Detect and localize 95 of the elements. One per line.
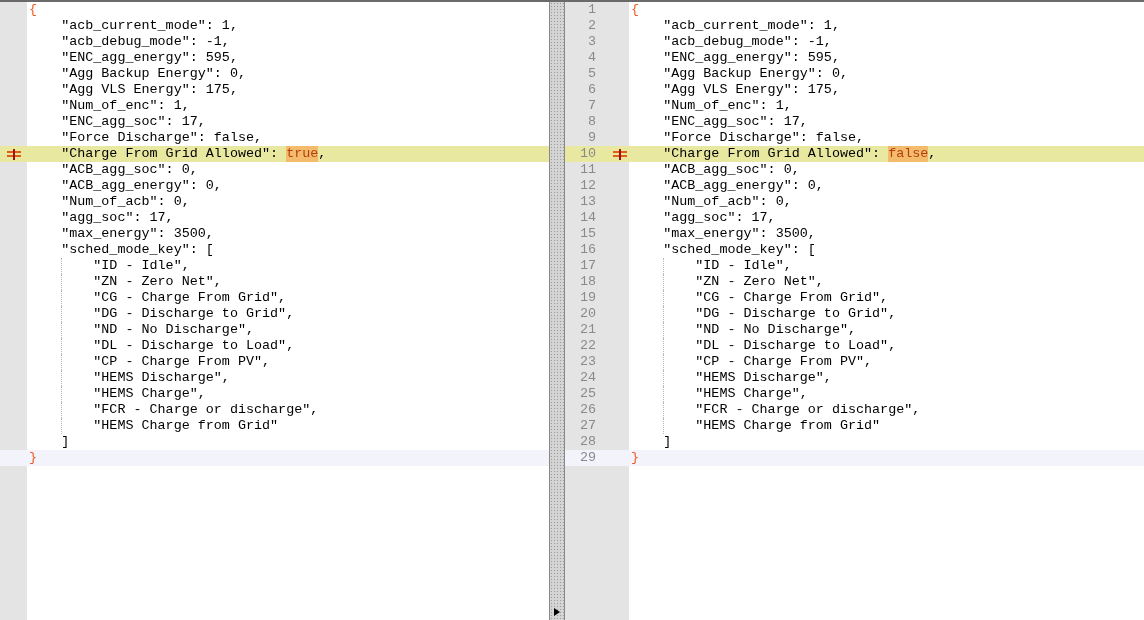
line-number: 1 xyxy=(586,2,596,18)
code-text: "ACB_agg_energy": 0, xyxy=(60,178,222,194)
code-text: "Force Discharge": false, xyxy=(60,130,263,146)
line-number: 12 xyxy=(578,178,596,194)
code-text: "sched_mode_key": [ xyxy=(662,242,816,258)
line-number: 8 xyxy=(586,114,596,130)
code-text: "ND - No Discharge", xyxy=(694,322,856,338)
pane-splitter[interactable] xyxy=(549,2,565,620)
line-number: 24 xyxy=(578,370,596,386)
code-text: , xyxy=(928,146,937,162)
line-number: 20 xyxy=(578,306,596,322)
code-text: "HEMS Charge from Grid" xyxy=(694,418,881,434)
code-text: "Charge From Grid Allowed": xyxy=(60,146,280,162)
code-text: "CG - Charge From Grid", xyxy=(694,290,889,306)
code-text: "max_energy": 3500, xyxy=(60,226,214,242)
line-number: 29 xyxy=(578,450,596,466)
code-text: "ACB_agg_soc": 0, xyxy=(662,162,800,178)
line-number: 4 xyxy=(586,50,596,66)
code-text: "ACB_agg_energy": 0, xyxy=(662,178,824,194)
code-text: "acb_debug_mode": -1, xyxy=(662,34,832,50)
line-number: 14 xyxy=(578,210,596,226)
arrow-icon xyxy=(554,608,560,616)
code-text: ] xyxy=(662,434,672,450)
code-text: "ENC_agg_energy": 595, xyxy=(662,50,840,66)
line-number: 21 xyxy=(578,322,596,338)
code-text: "max_energy": 3500, xyxy=(662,226,816,242)
line-number: 15 xyxy=(578,226,596,242)
line-number: 6 xyxy=(586,82,596,98)
code-text: "FCR - Charge or discharge", xyxy=(694,402,921,418)
line-number: 25 xyxy=(578,386,596,402)
line-number: 28 xyxy=(578,434,596,450)
code-text: "Num_of_acb": 0, xyxy=(60,194,190,210)
code-text: "CG - Charge From Grid", xyxy=(92,290,287,306)
code-text: "ID - Idle", xyxy=(694,258,792,274)
code-text: "Agg Backup Energy": 0, xyxy=(662,66,848,82)
code-text: "ZN - Zero Net", xyxy=(92,274,222,290)
code-text: "ACB_agg_soc": 0, xyxy=(60,162,198,178)
code-text: "DG - Discharge to Grid", xyxy=(694,306,897,322)
line-number: 3 xyxy=(586,34,596,50)
code-text: "DG - Discharge to Grid", xyxy=(92,306,295,322)
code-text: "Num_of_enc": 1, xyxy=(662,98,792,114)
line-number: 23 xyxy=(578,354,596,370)
code-text: "DL - Discharge to Load", xyxy=(694,338,897,354)
code-text: "agg_soc": 17, xyxy=(60,210,174,226)
code-text: "Agg VLS Energy": 175, xyxy=(60,82,238,98)
code-text: "HEMS Charge", xyxy=(92,386,206,402)
code-text: "Agg VLS Energy": 175, xyxy=(662,82,840,98)
code-text: "Num_of_enc": 1, xyxy=(60,98,190,114)
code-text: "ND - No Discharge", xyxy=(92,322,254,338)
code-text: ] xyxy=(60,434,70,450)
line-number: 9 xyxy=(586,130,596,146)
code-text: "ENC_agg_soc": 17, xyxy=(662,114,808,130)
code-text: "acb_debug_mode": -1, xyxy=(60,34,230,50)
code-text: "ID - Idle", xyxy=(92,258,190,274)
code-text: "Num_of_acb": 0, xyxy=(662,194,792,210)
code-text: "CP - Charge From PV", xyxy=(694,354,873,370)
line-number: 11 xyxy=(578,162,596,178)
code-text: "acb_current_mode": 1, xyxy=(662,18,840,34)
line-number: 5 xyxy=(586,66,596,82)
code-text: { xyxy=(631,2,640,18)
code-text: , xyxy=(318,146,327,162)
diff-highlight: true xyxy=(286,146,319,162)
code-text: "HEMS Discharge", xyxy=(92,370,230,386)
code-text: "Charge From Grid Allowed": xyxy=(662,146,882,162)
line-number: 22 xyxy=(578,338,596,354)
diff-marker-icon xyxy=(613,148,627,160)
line-number: 7 xyxy=(586,98,596,114)
code-text: } xyxy=(631,450,640,466)
code-text: "Agg Backup Energy": 0, xyxy=(60,66,246,82)
line-number: 10 xyxy=(578,146,596,162)
code-text: "HEMS Charge from Grid" xyxy=(92,418,279,434)
code-text: "sched_mode_key": [ xyxy=(60,242,214,258)
line-number: 13 xyxy=(578,194,596,210)
line-number: 17 xyxy=(578,258,596,274)
code-text: "agg_soc": 17, xyxy=(662,210,776,226)
code-text: } xyxy=(29,450,38,466)
code-text: { xyxy=(29,2,38,18)
code-text: "HEMS Charge", xyxy=(694,386,808,402)
code-text: "ZN - Zero Net", xyxy=(694,274,824,290)
line-number: 16 xyxy=(578,242,596,258)
code-text: "FCR - Charge or discharge", xyxy=(92,402,319,418)
line-number: 27 xyxy=(578,418,596,434)
code-text: "acb_current_mode": 1, xyxy=(60,18,238,34)
code-text: "Force Discharge": false, xyxy=(662,130,865,146)
line-number: 26 xyxy=(578,402,596,418)
line-number: 18 xyxy=(578,274,596,290)
code-text: "DL - Discharge to Load", xyxy=(92,338,295,354)
line-number: 19 xyxy=(578,290,596,306)
code-text: "ENC_agg_soc": 17, xyxy=(60,114,206,130)
code-text: "ENC_agg_energy": 595, xyxy=(60,50,238,66)
diff-highlight: false xyxy=(888,146,929,162)
diff-marker-icon xyxy=(6,148,21,160)
code-text: "CP - Charge From PV", xyxy=(92,354,271,370)
line-number: 2 xyxy=(586,18,596,34)
code-text: "HEMS Discharge", xyxy=(694,370,832,386)
